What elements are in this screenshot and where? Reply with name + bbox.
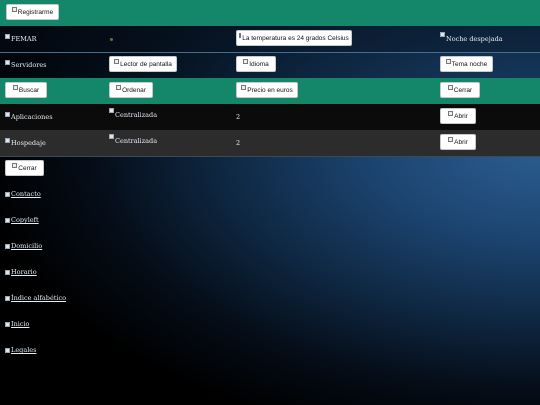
register-button[interactable]: Registrarme bbox=[6, 4, 59, 20]
broken-image-icon bbox=[5, 137, 10, 143]
weather-status: Noche despejada bbox=[440, 32, 503, 44]
broken-image-icon bbox=[448, 110, 454, 116]
link-legales[interactable]: Legales bbox=[5, 346, 36, 354]
table-cell-count: 2 bbox=[236, 113, 241, 121]
broken-image-icon bbox=[5, 111, 10, 117]
broken-image-icon bbox=[5, 243, 10, 249]
broken-image-icon bbox=[440, 32, 445, 37]
close-panel-button[interactable]: Cerrar bbox=[5, 160, 44, 176]
temperature-button[interactable]: La temperatura es 24 grados Celsius bbox=[236, 30, 352, 46]
broken-image-icon bbox=[11, 6, 17, 12]
femar-item: FEMAR bbox=[5, 33, 37, 44]
broken-image-icon bbox=[5, 191, 10, 197]
broken-image-icon bbox=[241, 84, 247, 90]
broken-image-icon bbox=[5, 33, 10, 39]
link-inicio[interactable]: Inicio bbox=[5, 320, 29, 328]
broken-image-icon bbox=[5, 321, 10, 327]
broken-image-icon bbox=[243, 58, 249, 64]
broken-image-icon bbox=[5, 217, 10, 223]
table-cell-type: Centralizada bbox=[109, 134, 157, 146]
night-theme-button[interactable]: Tema noche bbox=[440, 56, 493, 72]
broken-image-icon bbox=[116, 84, 122, 90]
language-button[interactable]: Idioma bbox=[236, 56, 276, 72]
broken-image-icon bbox=[447, 84, 453, 90]
table-cell-name: Hospedaje bbox=[5, 137, 46, 148]
table-cell-name: Aplicaciones bbox=[5, 111, 53, 122]
broken-image-icon bbox=[448, 136, 454, 142]
broken-image-icon bbox=[109, 108, 114, 113]
link-copyleft[interactable]: Copyleft bbox=[5, 216, 39, 224]
servers-item: Servidores bbox=[5, 59, 47, 70]
broken-image-icon bbox=[239, 32, 242, 38]
broken-image-icon bbox=[12, 84, 18, 90]
broken-image-icon bbox=[445, 58, 451, 64]
table-cell-count: 2 bbox=[236, 139, 241, 147]
link-horario[interactable]: Horario bbox=[5, 268, 37, 276]
top-bar bbox=[0, 0, 540, 26]
table-cell-type: Centralizada bbox=[109, 108, 157, 120]
link-indice-alfabetico[interactable]: Índice alfabético bbox=[5, 294, 66, 302]
close-button[interactable]: Cerrar bbox=[440, 82, 480, 98]
link-domicilio[interactable]: Domicilio bbox=[5, 242, 42, 250]
link-contacto[interactable]: Contacto bbox=[5, 190, 41, 198]
broken-image-icon bbox=[114, 58, 120, 64]
broken-image-icon bbox=[5, 295, 10, 301]
divider bbox=[0, 52, 540, 53]
open-button[interactable]: Abrir bbox=[440, 134, 476, 150]
divider bbox=[0, 156, 540, 157]
price-euros-button[interactable]: Precio en euros bbox=[236, 82, 298, 98]
broken-image-icon bbox=[5, 269, 10, 275]
status-dot-icon bbox=[110, 38, 113, 41]
broken-image-icon bbox=[5, 347, 10, 353]
broken-image-icon bbox=[5, 59, 10, 65]
broken-image-icon bbox=[12, 162, 18, 168]
sort-button[interactable]: Ordenar bbox=[109, 82, 153, 98]
open-button[interactable]: Abrir bbox=[440, 108, 476, 124]
screen-reader-button[interactable]: Lector de pantalla bbox=[109, 56, 177, 72]
broken-image-icon bbox=[109, 134, 114, 139]
search-button[interactable]: Buscar bbox=[5, 82, 47, 98]
